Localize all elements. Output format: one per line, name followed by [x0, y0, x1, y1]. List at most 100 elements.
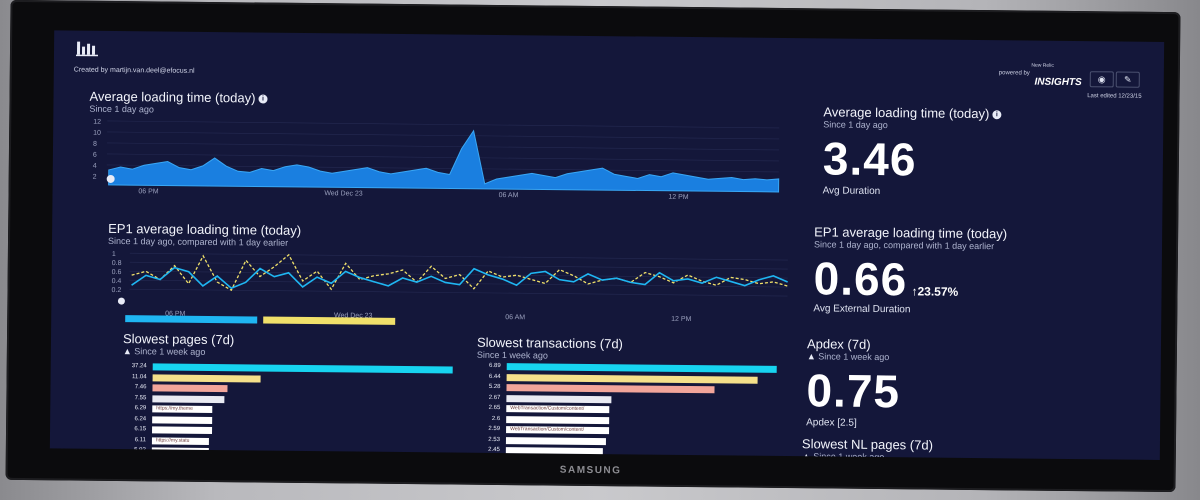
metric-label: Apdex [2.5]	[806, 417, 857, 429]
metric-label: Avg Duration	[822, 185, 881, 198]
metric-value: 0.66	[813, 252, 908, 306]
bar-row[interactable]: 5.92	[122, 445, 462, 459]
gridline	[107, 120, 780, 129]
legend-current-swatch[interactable]	[125, 315, 258, 324]
bar-value: 2.45	[488, 446, 500, 454]
bar-value: 2.6	[491, 415, 501, 422]
x-tick-label: 12 PM	[671, 316, 691, 323]
warning-icon: ▲	[806, 351, 816, 362]
y-tick-label: 0.4	[112, 278, 122, 285]
bar-value: 2.65	[488, 404, 501, 412]
powered-by-label: powered by	[998, 70, 1030, 77]
lightbulb-icon: ◉	[1097, 74, 1106, 85]
bar-label: WebTransaction/Custom/content/	[510, 405, 585, 412]
metric-value: 0.75	[806, 364, 901, 418]
bar-value: 6.89	[489, 362, 501, 370]
slowest-pages-panel: Slowest pages (7d) ▲ Since 1 week ago 37…	[122, 331, 473, 455]
bar-value: 2.67	[488, 394, 501, 401]
x-tick-label: 06 AM	[505, 314, 525, 321]
y-tick-label: 0.8	[112, 260, 122, 267]
wrench-button[interactable]: ✎	[1115, 71, 1140, 88]
info-icon[interactable]: i	[992, 110, 1002, 120]
apdex-metric: Apdex (7d) ▲ Since 1 week ago 0.75 Apdex…	[806, 336, 1107, 431]
ep1-loading-time-panel: EP1 average loading time (today) Since 1…	[107, 221, 798, 338]
bar-chart-logo-icon	[75, 41, 98, 57]
monitor-brand-logo: SAMSUNG	[559, 464, 622, 477]
new-relic-label: New Relic	[1031, 62, 1054, 69]
y-tick-label: 1	[112, 251, 116, 258]
bar-value: 2.53	[488, 436, 500, 443]
y-tick-label: 10	[93, 130, 101, 137]
bar-fill	[152, 384, 228, 393]
bar-fill	[505, 436, 606, 445]
slowest-nl-pages-panel: Slowest NL pages (7d) ▲ Since 1 week ago	[802, 436, 1102, 460]
lightbulb-button[interactable]: ◉	[1089, 71, 1114, 88]
gridline	[129, 261, 788, 270]
bar-value: 5.28	[488, 383, 501, 391]
metric-subtitle: Since 1 day ago	[823, 119, 888, 131]
x-tick-label: 12 PM	[668, 194, 688, 201]
bar-fill	[152, 426, 213, 435]
bar-fill	[506, 384, 715, 394]
metric-delta: 23.57%	[917, 284, 959, 299]
previous-series-line	[131, 253, 788, 292]
bar-label: WebTransaction/Custom/content/	[510, 426, 585, 433]
dashboard-screen: Created by martijn.van.deel@efocus.nl Ne…	[49, 30, 1165, 460]
monitor-bezel: Created by martijn.van.deel@efocus.nl Ne…	[5, 0, 1181, 493]
bar-value: 6.11	[134, 436, 146, 443]
bar-row[interactable]: 2.45	[476, 445, 786, 459]
slowest-pages-bars: 37.24 11.04 7.46 7.55 6.29 https://my.theme 6.…	[122, 361, 463, 459]
metric-label: Avg External Duration	[813, 303, 911, 316]
gridline	[129, 252, 788, 261]
bar-value: 6.29	[134, 405, 147, 412]
avg-loading-metric: Average loading time (today) i Since 1 da…	[823, 104, 1104, 199]
bar-value: 11.04	[131, 373, 147, 380]
gridline	[129, 288, 788, 297]
metric-value: 3.46	[822, 132, 917, 186]
info-icon[interactable]: i	[258, 94, 268, 104]
created-by-text: Created by martijn.van.deel@efocus.nl	[73, 66, 195, 75]
gridline	[107, 131, 780, 140]
y-tick-label: 0.2	[111, 287, 121, 294]
x-tick-label: Wed Dec 23	[324, 190, 363, 197]
area-series	[108, 129, 780, 193]
insights-logo: INSIGHTS	[1034, 76, 1082, 89]
warning-icon: ▲	[801, 451, 811, 460]
bar-value: 7.55	[134, 394, 147, 401]
y-tick-label: 12	[93, 119, 101, 126]
bar-fill	[506, 415, 610, 424]
bar-fill	[505, 447, 603, 456]
avg-loading-time-chart: 12 10 8 6 4 2 06 PM Wed Dec 23 06 AM 12 PM	[93, 119, 780, 201]
chart-marker-icon	[117, 297, 125, 305]
dashboard-header: Created by martijn.van.deel@efocus.nl Ne…	[68, 38, 1150, 100]
bar-fill	[152, 394, 225, 403]
bar-value: 6.24	[134, 415, 147, 422]
bar-label: https://my.statu	[155, 436, 190, 444]
y-tick-label: 2	[93, 174, 97, 181]
y-tick-label: 6	[93, 152, 97, 159]
avg-loading-time-panel: Average loading time (today) i Since 1 da…	[88, 89, 799, 206]
gridline	[107, 142, 780, 151]
bar-value: 7.46	[134, 384, 147, 391]
y-tick-label: 0.6	[112, 269, 122, 276]
bar-value: 2.59	[488, 425, 501, 433]
last-edited-text: Last edited 12/23/15	[1087, 93, 1142, 100]
gridline	[106, 153, 779, 162]
legend-previous-swatch[interactable]	[263, 316, 396, 325]
bar-value: 6.44	[488, 373, 501, 380]
bar-value: 6.15	[134, 426, 147, 433]
metric-subtitle: ▲ Since 1 week ago	[806, 351, 890, 363]
x-tick-label: 06 PM	[138, 188, 158, 195]
y-tick-label: 8	[93, 141, 97, 148]
warning-icon: ▲	[122, 346, 132, 357]
bar-label: https://my.theme	[156, 405, 193, 412]
y-tick-label: 4	[93, 163, 97, 170]
wrench-icon: ✎	[1123, 74, 1132, 85]
bar-value: 37.24	[131, 363, 147, 370]
bar-value: 5.92	[134, 447, 146, 454]
ep1-external-duration-metric: EP1 average loading time (today) Since 1…	[813, 224, 1114, 317]
bar-fill	[152, 373, 261, 383]
slowest-transactions-panel: Slowest transactions (7d) Since 1 week a…	[476, 335, 797, 456]
bar-fill	[506, 394, 612, 403]
slowest-transactions-bars: 6.89 6.44 5.28 2.67 2.65 WebTransaction/Custo…	[476, 361, 787, 459]
